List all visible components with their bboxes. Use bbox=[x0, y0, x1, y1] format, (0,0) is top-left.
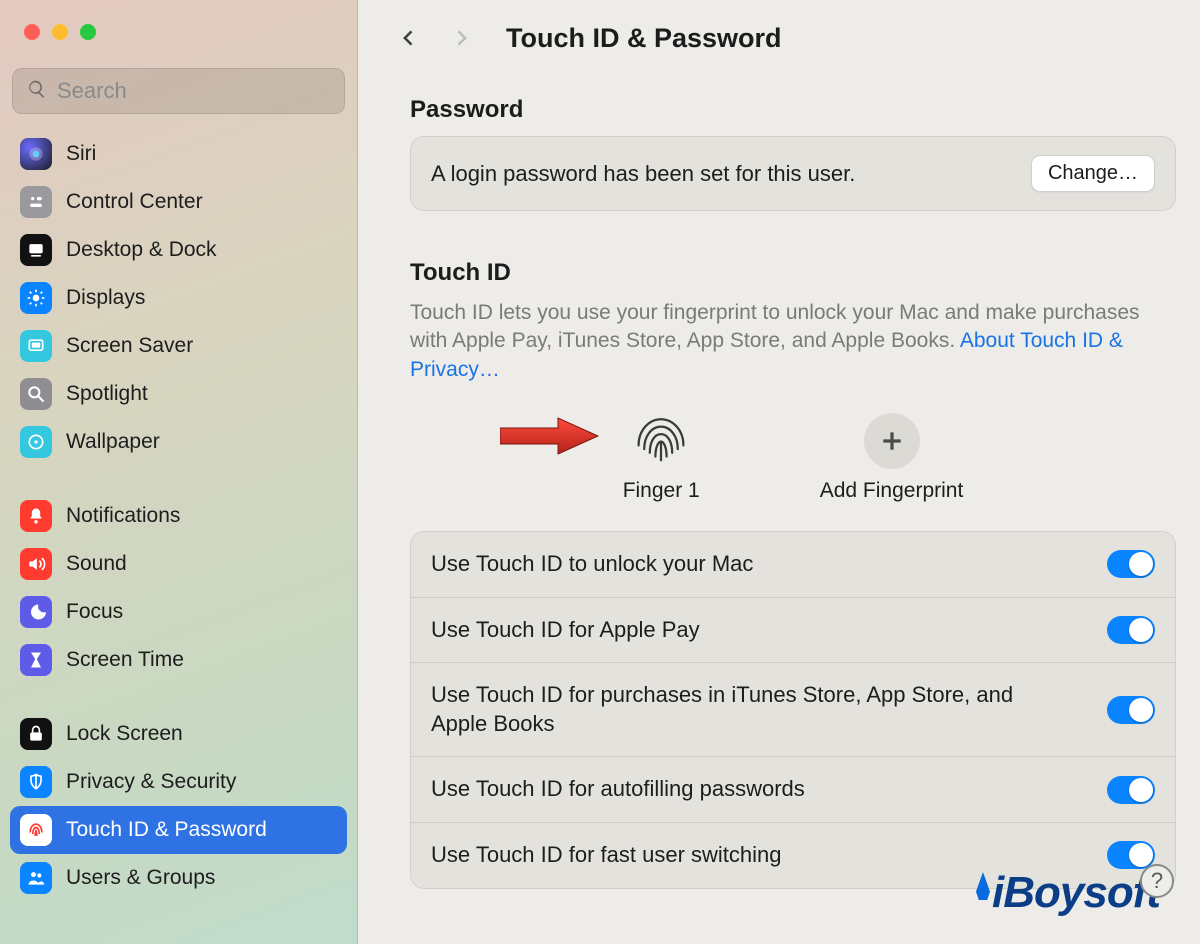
sidebar-item-label: Screen Time bbox=[66, 648, 184, 672]
touchid-option-row: Use Touch ID for purchases in iTunes Sto… bbox=[411, 662, 1175, 756]
close-window-button[interactable] bbox=[24, 24, 40, 40]
touchid-option-label: Use Touch ID for autofilling passwords bbox=[431, 775, 805, 804]
password-status: A login password has been set for this u… bbox=[431, 161, 855, 187]
sidebar-item-notif[interactable]: Notifications bbox=[10, 492, 347, 540]
touchid-option-label: Use Touch ID for Apple Pay bbox=[431, 616, 700, 645]
main-content: Touch ID & Password Password A login pas… bbox=[358, 0, 1200, 944]
sidebar-item-cc[interactable]: Control Center bbox=[10, 178, 347, 226]
fingerprints-row: Finger 1 Add Fingerprint bbox=[410, 408, 1176, 503]
fingerprint-icon bbox=[631, 408, 691, 469]
touchid-option-toggle[interactable] bbox=[1107, 776, 1155, 804]
header: Touch ID & Password bbox=[358, 0, 1200, 62]
dock-icon bbox=[20, 234, 52, 266]
sidebar-item-label: Notifications bbox=[66, 504, 180, 528]
zoom-window-button[interactable] bbox=[80, 24, 96, 40]
sidebar-item-ss[interactable]: Screen Saver bbox=[10, 322, 347, 370]
search-icon bbox=[27, 79, 47, 104]
sidebar-item-sound[interactable]: Sound bbox=[10, 540, 347, 588]
sidebar-item-label: Control Center bbox=[66, 190, 203, 214]
touchid-option-toggle[interactable] bbox=[1107, 550, 1155, 578]
sidebar-item-lock[interactable]: Lock Screen bbox=[10, 710, 347, 758]
add-fingerprint-button[interactable]: Add Fingerprint bbox=[820, 413, 964, 503]
fingerprint-finger-1[interactable]: Finger 1 bbox=[623, 408, 700, 503]
notif-icon bbox=[20, 500, 52, 532]
forward-button[interactable] bbox=[444, 21, 478, 55]
sidebar-item-label: Focus bbox=[66, 600, 123, 624]
focus-icon bbox=[20, 596, 52, 628]
tid-icon bbox=[20, 814, 52, 846]
sidebar-item-users[interactable]: Users & Groups bbox=[10, 854, 347, 902]
sidebar-item-spot[interactable]: Spotlight bbox=[10, 370, 347, 418]
search-field[interactable] bbox=[12, 68, 345, 114]
users-icon bbox=[20, 862, 52, 894]
sidebar: Siri Control Center Desktop & Dock Displays… bbox=[0, 0, 358, 944]
touchid-option-row: Use Touch ID for autofilling passwords bbox=[411, 756, 1175, 822]
displays-icon bbox=[20, 282, 52, 314]
sidebar-item-dock[interactable]: Desktop & Dock bbox=[10, 226, 347, 274]
fingerprint-label: Finger 1 bbox=[623, 479, 700, 503]
sidebar-item-displays[interactable]: Displays bbox=[10, 274, 347, 322]
password-panel: A login password has been set for this u… bbox=[410, 136, 1176, 211]
sidebar-item-label: Siri bbox=[66, 142, 96, 166]
sidebar-item-tid[interactable]: Touch ID & Password bbox=[10, 806, 347, 854]
sidebar-item-label: Users & Groups bbox=[66, 866, 215, 890]
sidebar-item-label: Spotlight bbox=[66, 382, 148, 406]
back-button[interactable] bbox=[392, 21, 426, 55]
sidebar-item-label: Wallpaper bbox=[66, 430, 160, 454]
sidebar-item-stime[interactable]: Screen Time bbox=[10, 636, 347, 684]
sidebar-item-label: Lock Screen bbox=[66, 722, 183, 746]
touchid-option-row: Use Touch ID for fast user switching bbox=[411, 822, 1175, 888]
sidebar-item-wall[interactable]: Wallpaper bbox=[10, 418, 347, 466]
minimize-window-button[interactable] bbox=[52, 24, 68, 40]
search-input[interactable] bbox=[57, 78, 345, 104]
touchid-option-label: Use Touch ID for purchases in iTunes Sto… bbox=[431, 681, 1031, 738]
annotation-arrow-icon bbox=[500, 416, 600, 456]
touchid-description: Touch ID lets you use your fingerprint t… bbox=[410, 299, 1176, 384]
sidebar-item-priv[interactable]: Privacy & Security bbox=[10, 758, 347, 806]
sidebar-item-focus[interactable]: Focus bbox=[10, 588, 347, 636]
plus-icon bbox=[864, 413, 920, 469]
touchid-option-label: Use Touch ID to unlock your Mac bbox=[431, 550, 753, 579]
password-section-title: Password bbox=[410, 96, 1176, 124]
sidebar-list: Siri Control Center Desktop & Dock Displays… bbox=[0, 124, 357, 944]
sidebar-item-label: Desktop & Dock bbox=[66, 238, 217, 262]
touchid-option-toggle[interactable] bbox=[1107, 841, 1155, 869]
help-button[interactable]: ? bbox=[1140, 864, 1174, 898]
change-password-button[interactable]: Change… bbox=[1031, 155, 1155, 192]
spot-icon bbox=[20, 378, 52, 410]
page-title: Touch ID & Password bbox=[506, 23, 782, 54]
sidebar-item-label: Touch ID & Password bbox=[66, 818, 267, 842]
touchid-option-toggle[interactable] bbox=[1107, 616, 1155, 644]
stime-icon bbox=[20, 644, 52, 676]
lock-icon bbox=[20, 718, 52, 750]
priv-icon bbox=[20, 766, 52, 798]
touchid-option-row: Use Touch ID to unlock your Mac bbox=[411, 532, 1175, 597]
siri-icon bbox=[20, 138, 52, 170]
window-controls bbox=[0, 0, 357, 40]
ss-icon bbox=[20, 330, 52, 362]
sidebar-item-label: Privacy & Security bbox=[66, 770, 236, 794]
sidebar-item-label: Screen Saver bbox=[66, 334, 193, 358]
sidebar-item-label: Displays bbox=[66, 286, 145, 310]
sidebar-item-siri[interactable]: Siri bbox=[10, 130, 347, 178]
sidebar-item-label: Sound bbox=[66, 552, 127, 576]
add-fingerprint-label: Add Fingerprint bbox=[820, 479, 964, 503]
touchid-section-title: Touch ID bbox=[410, 259, 1176, 287]
touchid-option-label: Use Touch ID for fast user switching bbox=[431, 841, 782, 870]
touchid-options-panel: Use Touch ID to unlock your Mac Use Touch… bbox=[410, 531, 1176, 889]
touchid-option-row: Use Touch ID for Apple Pay bbox=[411, 597, 1175, 663]
cc-icon bbox=[20, 186, 52, 218]
touchid-option-toggle[interactable] bbox=[1107, 696, 1155, 724]
wall-icon bbox=[20, 426, 52, 458]
sound-icon bbox=[20, 548, 52, 580]
